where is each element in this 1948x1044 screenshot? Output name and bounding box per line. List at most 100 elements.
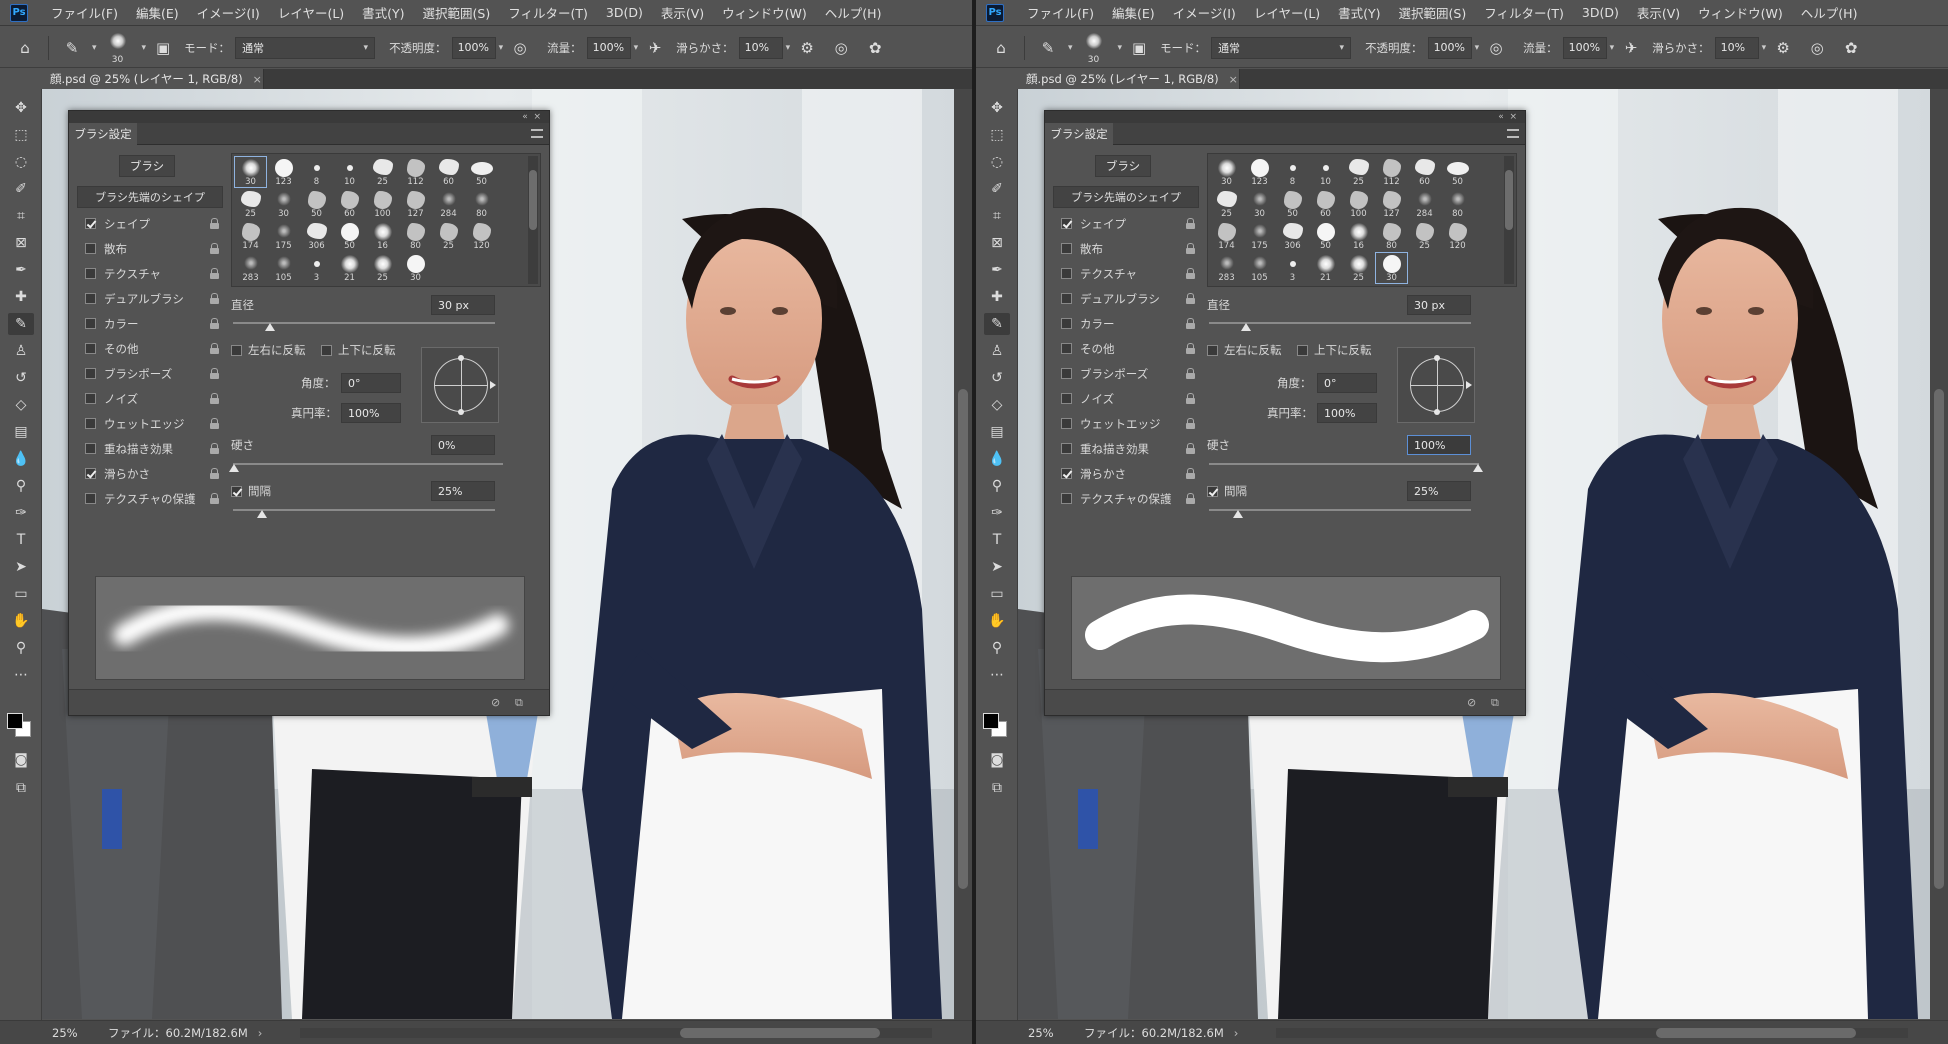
pen-tool-icon[interactable]: ✑ bbox=[984, 502, 1010, 524]
brush-preset-cell[interactable]: 127 bbox=[399, 188, 432, 220]
diameter-slider-handle[interactable] bbox=[265, 323, 275, 331]
diameter-input[interactable]: 30 px bbox=[431, 295, 495, 315]
lock-icon[interactable] bbox=[1186, 218, 1195, 229]
chevron-down-icon[interactable]: ▾ bbox=[92, 43, 97, 53]
hardness-slider-handle[interactable] bbox=[229, 464, 239, 472]
menu-file[interactable]: ファイル(F) bbox=[42, 3, 127, 22]
spacing-slider[interactable] bbox=[1209, 509, 1471, 511]
chevron-down-icon[interactable]: ▾ bbox=[634, 43, 639, 53]
hardness-slider[interactable] bbox=[233, 463, 503, 465]
scrollbar-thumb[interactable] bbox=[1505, 170, 1513, 230]
spacing-slider-handle[interactable] bbox=[1233, 510, 1243, 518]
lock-icon[interactable] bbox=[210, 293, 219, 304]
brush-category-item[interactable]: ノイズ bbox=[1053, 386, 1199, 411]
chevron-down-icon[interactable]: ▾ bbox=[1610, 43, 1615, 53]
blur-tool-icon[interactable]: 💧 bbox=[984, 448, 1010, 470]
flow-input[interactable]: 100% bbox=[1562, 36, 1607, 59]
type-tool-icon[interactable]: T bbox=[984, 529, 1010, 551]
panel-menu-icon[interactable] bbox=[1507, 129, 1519, 138]
hardness-slider-handle[interactable] bbox=[1473, 464, 1483, 472]
brush-category-item[interactable]: 重ね描き効果 bbox=[1053, 436, 1199, 461]
angle-input[interactable]: 0° bbox=[341, 373, 401, 393]
brush-category-item[interactable]: ブラシポーズ bbox=[77, 361, 223, 386]
menu-edit[interactable]: 編集(E) bbox=[1103, 3, 1164, 22]
brush-category-item[interactable]: デュアルブラシ bbox=[1053, 286, 1199, 311]
brush-preset-cell[interactable]: 10 bbox=[1309, 156, 1342, 188]
checkbox-box[interactable] bbox=[1061, 393, 1072, 404]
angle-input[interactable]: 0° bbox=[1317, 373, 1377, 393]
menu-select[interactable]: 選択範囲(S) bbox=[414, 3, 500, 22]
zoom-level[interactable]: 25% bbox=[0, 1026, 78, 1040]
close-icon[interactable]: × bbox=[253, 73, 262, 86]
checkbox-box[interactable] bbox=[1061, 443, 1072, 454]
history-brush-tool-icon[interactable]: ↺ bbox=[984, 367, 1010, 389]
eraser-tool-icon[interactable]: ◇ bbox=[8, 394, 34, 416]
collapse-icon[interactable]: « bbox=[1498, 112, 1504, 122]
checkbox-box[interactable] bbox=[85, 493, 96, 504]
vertical-scrollbar[interactable] bbox=[1930, 89, 1948, 1020]
brush-preset-cell[interactable]: 50 bbox=[1276, 188, 1309, 220]
brush-preset-cell[interactable]: 50 bbox=[333, 220, 366, 252]
brush-preset-cell[interactable]: 21 bbox=[1309, 252, 1342, 284]
brush-category-item[interactable]: ウェットエッジ bbox=[1053, 411, 1199, 436]
brushes-button[interactable]: ブラシ bbox=[119, 155, 175, 177]
brush-category-item[interactable]: カラー bbox=[1053, 311, 1199, 336]
frame-tool-icon[interactable]: ⊠ bbox=[8, 232, 34, 254]
brush-preset-cell[interactable]: 175 bbox=[267, 220, 300, 252]
lock-icon[interactable] bbox=[1186, 393, 1195, 404]
brush-preset-cell[interactable]: 25 bbox=[432, 220, 465, 252]
menu-filter[interactable]: フィルター(T) bbox=[499, 3, 597, 22]
healing-brush-tool-icon[interactable]: ✚ bbox=[984, 286, 1010, 308]
brush-category-item[interactable]: 滑らかさ bbox=[77, 461, 223, 486]
brush-preset-cell[interactable]: 30 bbox=[234, 156, 267, 188]
path-select-tool-icon[interactable]: ➤ bbox=[8, 556, 34, 578]
brush-category-item[interactable]: デュアルブラシ bbox=[77, 286, 223, 311]
hand-tool-icon[interactable]: ✋ bbox=[984, 610, 1010, 632]
lock-icon[interactable] bbox=[1186, 443, 1195, 454]
brush-preset-cell[interactable]: 16 bbox=[1342, 220, 1375, 252]
lock-icon[interactable] bbox=[210, 318, 219, 329]
brush-preset-cell[interactable]: 60 bbox=[1309, 188, 1342, 220]
checkbox-box[interactable] bbox=[1061, 368, 1072, 379]
flip-y-checkbox[interactable]: 上下に反転 bbox=[321, 342, 396, 358]
brush-preset-cell[interactable]: 50 bbox=[465, 156, 498, 188]
brush-preset-cell[interactable]: 3 bbox=[300, 252, 333, 284]
lock-icon[interactable] bbox=[210, 418, 219, 429]
home-icon[interactable]: ⌂ bbox=[14, 37, 36, 59]
spacing-input[interactable]: 25% bbox=[431, 481, 495, 501]
brush-tool-icon[interactable]: ✎ bbox=[61, 37, 83, 59]
symmetry-icon[interactable]: ✿ bbox=[1840, 37, 1862, 59]
gradient-tool-icon[interactable]: ▤ bbox=[8, 421, 34, 443]
lock-icon[interactable] bbox=[210, 468, 219, 479]
pressure-size-icon[interactable]: ◎ bbox=[830, 37, 852, 59]
angle-arrow-icon[interactable] bbox=[490, 381, 496, 389]
brush-category-item[interactable]: ノイズ bbox=[77, 386, 223, 411]
healing-brush-tool-icon[interactable]: ✚ bbox=[8, 286, 34, 308]
brush-preset-cell[interactable]: 60 bbox=[432, 156, 465, 188]
lock-icon[interactable] bbox=[210, 368, 219, 379]
stamp-tool-icon[interactable]: ♙ bbox=[8, 340, 34, 362]
brush-preset-cell[interactable]: 30 bbox=[399, 252, 432, 284]
brush-category-item[interactable]: 重ね描き効果 bbox=[77, 436, 223, 461]
lock-icon[interactable] bbox=[210, 343, 219, 354]
spacing-slider[interactable] bbox=[233, 509, 495, 511]
brush-preset-cell[interactable]: 10 bbox=[333, 156, 366, 188]
brush-preset-cell[interactable]: 174 bbox=[1210, 220, 1243, 252]
brush-preset-cell[interactable]: 120 bbox=[465, 220, 498, 252]
brush-category-item[interactable]: その他 bbox=[77, 336, 223, 361]
photoshop-logo-icon[interactable]: Ps bbox=[986, 3, 1004, 22]
chevron-down-icon[interactable]: ▾ bbox=[1762, 43, 1767, 53]
checkbox-box[interactable] bbox=[1061, 318, 1072, 329]
brush-preset-cell[interactable]: 25 bbox=[366, 156, 399, 188]
document-tab[interactable]: 顔.psd @ 25% (レイヤー 1, RGB/8) × bbox=[42, 69, 264, 89]
spacing-checkbox[interactable]: 間隔 bbox=[1207, 483, 1247, 499]
checkbox-box[interactable] bbox=[1061, 218, 1072, 229]
chevron-down-icon[interactable]: ▾ bbox=[142, 43, 147, 53]
new-preset-icon[interactable]: ⧉ bbox=[515, 696, 529, 709]
lock-icon[interactable] bbox=[210, 268, 219, 279]
brush-category-item[interactable]: テクスチャの保護 bbox=[77, 486, 223, 511]
quick-mask-icon[interactable]: ◙ bbox=[984, 749, 1010, 771]
brush-preset-cell[interactable]: 16 bbox=[366, 220, 399, 252]
screen-mode-icon[interactable]: ⧉ bbox=[8, 777, 34, 799]
lock-icon[interactable] bbox=[210, 243, 219, 254]
